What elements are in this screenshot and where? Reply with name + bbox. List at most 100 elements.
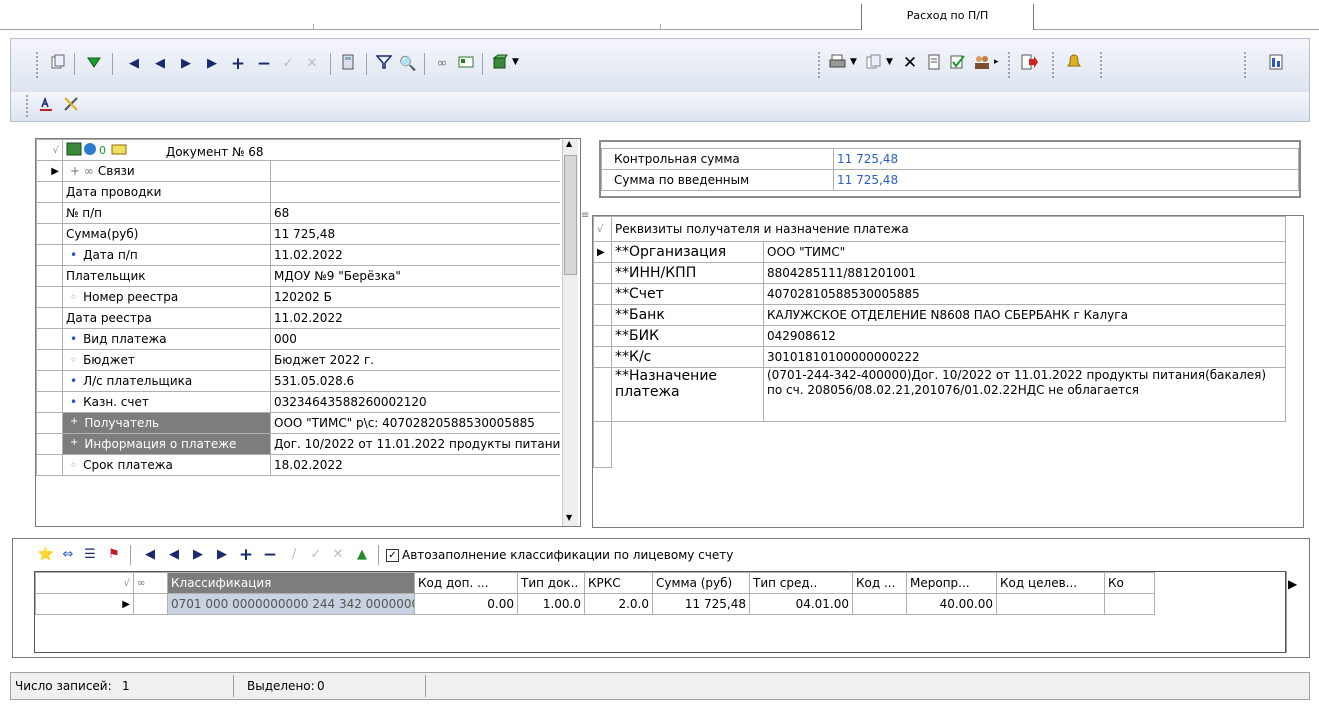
classification-cell[interactable]: 2.0.0 <box>584 593 653 615</box>
add-record-icon[interactable]: + <box>228 54 248 74</box>
delete-icon[interactable]: ✕ <box>900 53 920 73</box>
classification-row[interactable]: ▶ 0701 000 0000000000 244 342 0000000 0.0… <box>35 593 1286 615</box>
toolbar-grip[interactable] <box>818 52 822 78</box>
swap-icon[interactable]: ⇔ <box>58 545 78 565</box>
row-selector[interactable] <box>36 412 63 434</box>
row-selector[interactable] <box>593 346 612 368</box>
document-row[interactable]: Дата п/п 11.02.2022 <box>36 244 560 266</box>
bell-icon[interactable] <box>1064 54 1084 74</box>
edit-icon[interactable]: ∕ <box>284 545 304 565</box>
copy-document-icon[interactable] <box>864 54 884 74</box>
classification-cell[interactable] <box>852 593 907 615</box>
last-record-icon[interactable]: ▶ <box>212 545 232 565</box>
find-icon[interactable]: 🔍 <box>398 54 418 74</box>
card-icon[interactable] <box>456 54 476 74</box>
document-row[interactable]: Бюджет Бюджет 2022 г. <box>36 349 560 371</box>
toolbar-grip[interactable] <box>1052 52 1056 78</box>
column-header[interactable]: Код ... <box>852 572 907 594</box>
document-row-value[interactable]: Дог. 10/2022 от 11.01.2022 продукты пита… <box>269 433 560 455</box>
classification-cell[interactable]: 40.00.00 <box>906 593 997 615</box>
prev-record-icon[interactable]: ◀ <box>150 54 170 74</box>
tools-icon[interactable] <box>62 96 82 116</box>
dropdown-arrow-icon[interactable]: ▼ <box>886 57 893 67</box>
last-record-icon[interactable]: ▶ <box>202 54 222 74</box>
document-row-value[interactable]: 11 725,48 <box>269 223 560 245</box>
print-icon[interactable] <box>828 54 848 74</box>
row-selector[interactable] <box>36 328 63 350</box>
first-record-icon[interactable]: ◀ <box>140 545 160 565</box>
column-header[interactable]: КРКС <box>584 572 653 594</box>
classification-cell[interactable]: 0.00 <box>414 593 518 615</box>
cancel-icon[interactable]: ✕ <box>328 545 348 565</box>
document-scrollbar[interactable]: ▲ ▼ <box>562 139 578 526</box>
column-header[interactable]: Тип док.. <box>517 572 585 594</box>
calculator-icon[interactable] <box>338 54 358 74</box>
cube-icon[interactable] <box>490 54 510 74</box>
row-selector[interactable] <box>593 304 612 326</box>
flag-icon[interactable]: ⚑ <box>104 545 124 565</box>
classification-cell[interactable] <box>1104 593 1155 615</box>
document-row-value[interactable]: 11.02.2022 <box>269 244 560 266</box>
tree-icon[interactable]: ▲ <box>352 545 372 565</box>
link-icon[interactable]: ∞ <box>432 54 452 74</box>
classification-cell[interactable] <box>996 593 1105 615</box>
splitter-handle[interactable]: ≡ <box>581 210 589 221</box>
delete-record-icon[interactable]: − <box>260 545 280 565</box>
classification-cell[interactable]: 04.01.00 <box>749 593 853 615</box>
delete-record-icon[interactable]: − <box>254 54 274 74</box>
filter-icon[interactable] <box>374 54 394 74</box>
document-row[interactable]: Информация о платеже Дог. 10/2022 от 11.0… <box>36 433 560 455</box>
cancel-icon[interactable]: ✕ <box>302 54 322 74</box>
document-row-value[interactable]: 68 <box>269 202 560 224</box>
classification-cell[interactable]: 0701 000 0000000000 244 342 0000000 <box>167 593 415 615</box>
row-selector[interactable] <box>36 265 63 287</box>
document-row-value[interactable]: Бюджет 2022 г. <box>269 349 560 371</box>
classification-cell[interactable]: 1.00.0 <box>517 593 585 615</box>
row-selector[interactable] <box>593 283 612 305</box>
column-header[interactable]: Меропр... <box>906 572 997 594</box>
classification-cell[interactable]: 11 725,48 <box>652 593 750 615</box>
document-row-value[interactable]: МДОУ №9 "Берёзка" <box>269 265 560 287</box>
scroll-thumb[interactable] <box>564 155 577 275</box>
document-row-value[interactable]: 03234643588260002120 <box>269 391 560 413</box>
document-row[interactable]: ▶ + ∞ Связи <box>36 160 560 182</box>
list-icon[interactable]: ☰ <box>80 545 100 565</box>
purpose-value[interactable]: (0701-244-342-400000)Дог. 10/2022 от 11.… <box>762 367 1287 422</box>
column-header[interactable]: Код доп. ... <box>414 572 518 594</box>
document-row-value[interactable]: 120202 Б <box>269 286 560 308</box>
recipient-row[interactable]: **Банк КАЛУЖСКОЕ ОТДЕЛЕНИЕ N8608 ПАО СБЕР… <box>593 304 1287 326</box>
column-header[interactable]: Тип сред.. <box>749 572 853 594</box>
document-row[interactable]: Казн. счет 03234643588260002120 <box>36 391 560 413</box>
tab-rashod-po-pp[interactable]: Расход по П/П <box>861 4 1034 30</box>
purpose-row[interactable]: **Назначение платежа (0701-244-342-400000… <box>593 367 1287 422</box>
document-row-value[interactable]: ООО "ТИМС" р\с: 40702820588530005885 <box>269 412 560 434</box>
column-header[interactable]: Код целев... <box>996 572 1105 594</box>
recipient-row-value[interactable]: КАЛУЖСКОЕ ОТДЕЛЕНИЕ N8608 ПАО СБЕРБАНК г… <box>762 304 1287 326</box>
copy-icon[interactable] <box>48 54 68 74</box>
confirm-icon[interactable]: ✓ <box>278 54 298 74</box>
row-selector[interactable] <box>593 325 612 347</box>
document-row[interactable]: Дата проводки <box>36 181 560 203</box>
recipient-row[interactable]: **ИНН/КПП 8804285111/881201001 <box>593 262 1287 284</box>
exit-icon[interactable] <box>1020 54 1040 74</box>
document-icon[interactable] <box>924 54 944 74</box>
info-icon[interactable] <box>1266 54 1286 74</box>
document-row-value[interactable]: 531.05.028.6 <box>269 370 560 392</box>
link-column[interactable]: ∞ <box>133 572 168 594</box>
document-row-value[interactable]: 11.02.2022 <box>269 307 560 329</box>
dropdown-arrow-icon[interactable]: ▼ <box>512 57 519 67</box>
row-selector[interactable] <box>36 202 63 224</box>
row-selector[interactable] <box>593 367 612 422</box>
row-selector-icon[interactable]: ▶ <box>593 241 612 263</box>
next-record-icon[interactable]: ▶ <box>188 545 208 565</box>
recipient-row[interactable]: **К/с 30101810100000000222 <box>593 346 1287 368</box>
document-row[interactable]: Л/с плательщика 531.05.028.6 <box>36 370 560 392</box>
row-selector[interactable] <box>36 349 63 371</box>
scroll-up-icon[interactable]: ▲ <box>566 139 572 148</box>
toolbar-grip[interactable] <box>36 52 40 78</box>
dropdown-arrow-icon[interactable]: ▸ <box>994 57 999 67</box>
approve-document-icon[interactable] <box>948 54 968 74</box>
down-triangle-icon[interactable] <box>84 54 104 74</box>
row-selector[interactable] <box>36 454 63 476</box>
document-row[interactable]: Номер реестра 120202 Б <box>36 286 560 308</box>
